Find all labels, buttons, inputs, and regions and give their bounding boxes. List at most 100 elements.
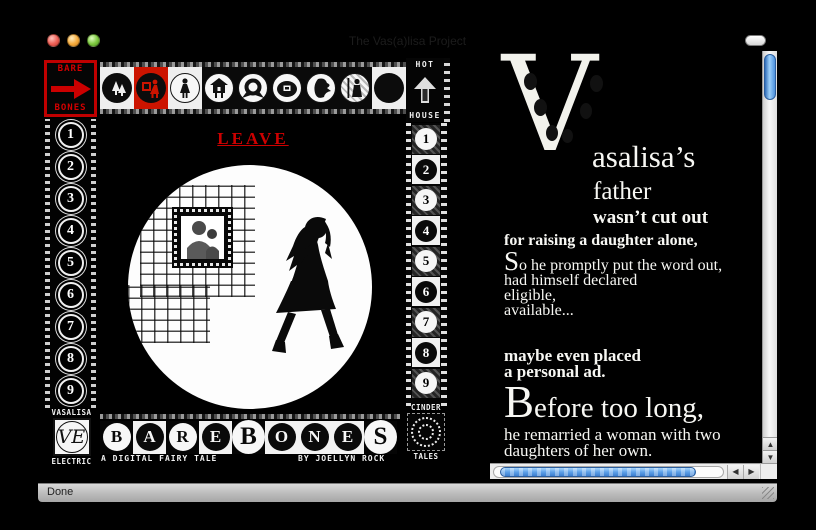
- cameo-icon: [546, 125, 558, 141]
- baba-yaga-icon: [340, 73, 370, 103]
- film-number-5[interactable]: 5: [415, 250, 437, 272]
- bare-label: BARE: [58, 64, 84, 74]
- film-number-1[interactable]: 1: [415, 128, 437, 150]
- cinder-label: CINDER: [403, 403, 449, 412]
- chain-number-1[interactable]: 1: [58, 122, 84, 148]
- nav-cinder-tales[interactable]: CINDER TALES: [403, 403, 449, 470]
- nav-bare-bones[interactable]: BARE BONES: [44, 60, 97, 117]
- film-number-9[interactable]: 9: [415, 372, 437, 394]
- chain-number-2[interactable]: 2: [58, 154, 84, 180]
- story-stage: LEAVE: [100, 115, 406, 415]
- nav-icon-witch[interactable]: [304, 67, 338, 109]
- title-letter: N: [298, 421, 331, 454]
- up-arrow-icon: ▲: [767, 440, 775, 449]
- cameo-icon: [534, 99, 547, 116]
- status-bar: Done: [38, 483, 777, 502]
- dark-moon-icon: [374, 73, 404, 103]
- leave-girl-icon: [136, 73, 166, 103]
- bones-label: BONES: [54, 103, 86, 113]
- barebones-title: B A R E B O N E S A DIGITAL FAIRY TALE B…: [100, 414, 400, 466]
- byline-joellyn-rock: BY JOELLYN ROCK: [298, 454, 385, 463]
- screen: The Vas(a)lisa Project BARE BONES: [0, 0, 816, 530]
- film-number-column: 1 2 3 4 5 6 7 8 9: [405, 123, 447, 406]
- nav-icon-strip: [100, 62, 406, 114]
- nav-icon-ring-hands[interactable]: [236, 67, 270, 109]
- toolbar-toggle-button[interactable]: [745, 35, 766, 46]
- right-arrow-icon: ▶: [748, 467, 754, 476]
- witch-profile-icon: [306, 73, 336, 103]
- framed-portrait: [172, 207, 233, 268]
- forest-icon: [102, 73, 132, 103]
- horizontal-scrollbar[interactable]: ◀ ▶: [490, 463, 760, 479]
- film-number-2[interactable]: 2: [415, 159, 437, 181]
- vertical-scrollbar-thumb[interactable]: [764, 54, 776, 100]
- nav-hot-house[interactable]: HOT HOUSE: [406, 58, 450, 122]
- title-letter: B: [232, 421, 265, 454]
- left-arrow-icon: ◀: [732, 467, 738, 476]
- nav-icon-doll[interactable]: [168, 67, 202, 109]
- doll-icon: [170, 73, 200, 103]
- resize-grip-icon[interactable]: [762, 487, 774, 499]
- chain-number-9[interactable]: 9: [58, 378, 84, 404]
- nav-icon-forest[interactable]: [100, 67, 134, 109]
- heading-wasnt-cut-out: wasn’t cut out: [593, 207, 708, 229]
- up-arrow-icon: [414, 77, 436, 103]
- film-number-8[interactable]: 8: [415, 342, 437, 364]
- heading-vasalisas: asalisa’s: [592, 139, 695, 175]
- title-letter: A: [133, 421, 166, 454]
- moon-circle-image: [128, 165, 372, 409]
- leave-link[interactable]: LEAVE: [217, 129, 288, 149]
- scroll-left-button[interactable]: ◀: [727, 465, 743, 479]
- horizontal-scrollbar-track[interactable]: [493, 466, 724, 478]
- window-title: The Vas(a)lisa Project: [38, 34, 777, 48]
- chain-number-5[interactable]: 5: [58, 250, 84, 276]
- chain-number-6[interactable]: 6: [58, 282, 84, 308]
- scroll-up-button[interactable]: ▲: [763, 437, 777, 450]
- cameo-icon: [562, 129, 573, 143]
- house-label: HOUSE: [409, 111, 441, 120]
- scroll-right-button[interactable]: ▶: [743, 465, 759, 479]
- frame-hands-icon: [272, 73, 302, 103]
- browser-window: The Vas(a)lisa Project BARE BONES: [38, 30, 777, 502]
- down-arrow-icon: ▼: [767, 453, 775, 462]
- cameo-icon: [590, 75, 603, 92]
- vasalisa-label: VASALISA: [44, 408, 99, 417]
- red-right-arrow-icon: [51, 79, 91, 99]
- title-letter: E: [199, 421, 232, 454]
- film-number-6[interactable]: 6: [415, 281, 437, 303]
- initial-cap-b: B: [504, 377, 534, 427]
- ring-hands-icon: [238, 73, 268, 103]
- nav-icon-baba-yaga[interactable]: [338, 67, 372, 109]
- cinder-spiral-icon: [407, 413, 445, 451]
- mother-child-photo: [181, 216, 224, 259]
- ve-monogram-icon: VE: [53, 418, 91, 456]
- film-number-3[interactable]: 3: [415, 189, 437, 211]
- titlebar: The Vas(a)lisa Project: [38, 30, 777, 52]
- title-letter: S: [364, 421, 397, 454]
- nav-icon-frame-hands[interactable]: [270, 67, 304, 109]
- horizontal-scrollbar-thumb[interactable]: [500, 467, 696, 477]
- chain-number-8[interactable]: 8: [58, 346, 84, 372]
- chain-number-3[interactable]: 3: [58, 186, 84, 212]
- tales-label: TALES: [403, 452, 449, 461]
- film-number-7[interactable]: 7: [415, 311, 437, 333]
- nav-icon-dark-moon[interactable]: [372, 67, 406, 109]
- nav-icon-leave-selected[interactable]: [134, 67, 168, 109]
- hut-icon: [204, 73, 234, 103]
- scroll-down-button[interactable]: ▼: [763, 450, 777, 463]
- nav-icon-hut[interactable]: [202, 67, 236, 109]
- title-letter: O: [265, 421, 298, 454]
- vasalisa-electric-logo[interactable]: VASALISA VE ELECTRIC: [44, 408, 99, 470]
- story-paragraph: maybe even placed a personal ad.: [504, 348, 641, 380]
- title-letter: R: [166, 421, 199, 454]
- page-content: BARE BONES: [38, 51, 777, 484]
- cameo-icon: [580, 103, 592, 119]
- chain-number-7[interactable]: 7: [58, 314, 84, 340]
- title-letter: E: [331, 421, 364, 454]
- film-number-4[interactable]: 4: [415, 220, 437, 242]
- chain-number-4[interactable]: 4: [58, 218, 84, 244]
- vertical-scrollbar[interactable]: ▲ ▼: [762, 51, 777, 463]
- cameo-icon: [524, 73, 537, 90]
- hot-label: HOT: [416, 60, 435, 69]
- story-paragraph: So he promptly put the word out, had him…: [504, 254, 722, 318]
